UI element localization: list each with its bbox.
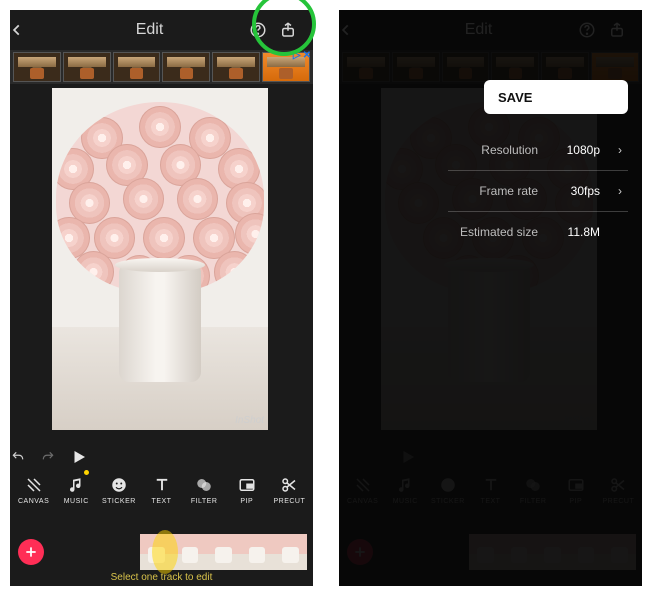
plus-icon xyxy=(24,545,38,559)
preview-vase xyxy=(119,266,201,382)
split-screenshot: Edit ▷ ✕ xyxy=(0,0,646,598)
ad-play-icon: ▷ xyxy=(293,50,301,61)
export-value: 11.8M xyxy=(556,225,600,239)
undo-icon xyxy=(10,450,26,464)
help-icon xyxy=(249,21,267,39)
save-label: SAVE xyxy=(498,90,532,105)
phone-export: Edit InShot xyxy=(339,10,642,586)
timeline-frame xyxy=(207,534,240,570)
timeline-frame xyxy=(274,534,307,570)
ad-badge[interactable]: ▷ ✕ xyxy=(293,50,311,61)
ad-thumb xyxy=(63,52,111,82)
tool-music[interactable]: MUSIC xyxy=(57,474,95,505)
tool-filter[interactable]: FILTER xyxy=(185,474,223,505)
chevron-right-icon: › xyxy=(618,143,628,157)
tool-row: CANVAS MUSIC STICKER TEXT FILTER PIP xyxy=(10,474,313,530)
export-label: Resolution xyxy=(481,143,538,157)
tool-canvas[interactable]: CANVAS xyxy=(15,474,53,505)
text-icon xyxy=(153,474,171,496)
play-button[interactable] xyxy=(70,448,253,466)
scrub-handle[interactable] xyxy=(152,530,178,574)
chevron-right-icon: › xyxy=(618,184,628,198)
timeline-frame xyxy=(173,534,206,570)
redo-icon xyxy=(40,450,56,464)
sticker-icon xyxy=(110,474,128,496)
export-value: 30fps xyxy=(556,184,600,198)
ad-thumb xyxy=(13,52,61,82)
export-row-size: Estimated size 11.8M xyxy=(408,212,628,252)
scissors-icon xyxy=(280,474,298,496)
share-icon xyxy=(279,21,297,39)
back-button[interactable] xyxy=(10,23,50,37)
export-label: Frame rate xyxy=(479,184,538,198)
chevron-left-icon xyxy=(10,23,24,37)
filter-icon xyxy=(195,474,213,496)
music-icon xyxy=(67,474,85,496)
tool-precut[interactable]: PRECUT xyxy=(270,474,308,505)
save-button[interactable]: SAVE xyxy=(484,80,628,114)
transport-row xyxy=(10,444,313,470)
video-preview[interactable]: InShot xyxy=(52,88,268,430)
play-icon xyxy=(70,448,88,466)
help-button[interactable] xyxy=(249,21,279,39)
ad-thumb xyxy=(212,52,260,82)
export-row-resolution[interactable]: Resolution 1080p › xyxy=(408,130,628,170)
tool-sticker[interactable]: STICKER xyxy=(100,474,138,505)
ad-close-icon[interactable]: ✕ xyxy=(303,50,311,61)
phone-editor: Edit ▷ ✕ xyxy=(10,10,313,586)
undo-button[interactable] xyxy=(10,450,40,464)
tool-pip[interactable]: PIP xyxy=(228,474,266,505)
add-clip-button[interactable] xyxy=(18,539,44,565)
pip-icon xyxy=(238,474,256,496)
ad-thumb xyxy=(162,52,210,82)
export-settings: Resolution 1080p › Frame rate 30fps › Es… xyxy=(408,130,628,252)
canvas-icon xyxy=(25,474,43,496)
export-row-framerate[interactable]: Frame rate 30fps › xyxy=(408,171,628,211)
redo-button xyxy=(40,450,70,464)
tool-text[interactable]: TEXT xyxy=(143,474,181,505)
new-dot-icon xyxy=(84,470,89,475)
page-title: Edit xyxy=(50,21,249,39)
top-nav: Edit xyxy=(10,10,313,50)
ad-strip[interactable] xyxy=(10,50,313,84)
timeline-hint: Select one track to edit xyxy=(10,572,313,583)
share-button[interactable] xyxy=(279,21,313,39)
timeline-frame xyxy=(240,534,273,570)
export-label: Estimated size xyxy=(460,225,538,239)
ad-thumb xyxy=(113,52,161,82)
watermark[interactable]: InShot xyxy=(235,415,264,426)
export-value: 1080p xyxy=(556,143,600,157)
